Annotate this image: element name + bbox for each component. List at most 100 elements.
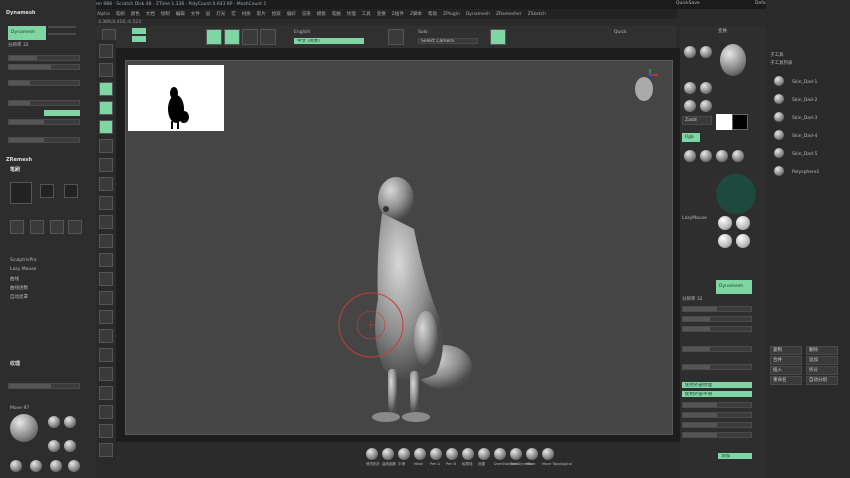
left-tool-icon[interactable] — [99, 443, 113, 457]
add-slider-r[interactable] — [682, 364, 752, 370]
sub-slider[interactable] — [8, 80, 80, 86]
standard-brush[interactable] — [68, 460, 80, 472]
rotate-icon[interactable] — [242, 29, 258, 45]
subtool-action-button[interactable]: 自动分组 — [806, 376, 838, 385]
sphere-btn-4[interactable] — [700, 82, 712, 94]
left-tool-icon[interactable] — [99, 158, 113, 172]
menu-item[interactable]: 文件 — [191, 11, 200, 17]
subtool-item[interactable]: Skin_Dad-1 — [792, 80, 817, 85]
subtool-action-button[interactable]: 删除 — [806, 346, 838, 355]
blur-slider-r[interactable] — [682, 316, 752, 322]
claybuildup-brush[interactable] — [64, 416, 76, 428]
shelf-brush-icon[interactable] — [510, 448, 522, 460]
menu-item[interactable]: Alpha — [97, 12, 110, 17]
adapt-slider[interactable] — [8, 100, 80, 106]
menu-item[interactable]: 材质 — [242, 11, 251, 17]
dynamesh-button[interactable]: Dynamesh — [8, 26, 46, 40]
subtool-thumbnail[interactable] — [774, 148, 784, 158]
left-tool-icon[interactable] — [99, 424, 113, 438]
spray-thumbnail[interactable] — [10, 220, 24, 234]
brush-setting-item[interactable]: 曲线函数 — [10, 285, 28, 291]
menu-item[interactable]: Z插件 — [392, 11, 404, 17]
subtool-item[interactable]: Skin_Dad-2 — [792, 98, 817, 103]
zadd-button[interactable]: Zadd — [682, 116, 712, 125]
sphere-btn-5[interactable] — [684, 100, 696, 112]
sphere-btn-2[interactable] — [700, 46, 712, 58]
left-tool-icon[interactable] — [99, 329, 113, 343]
menu-item[interactable]: 笔刷 — [116, 11, 125, 17]
menu-item[interactable]: 层 — [206, 11, 211, 17]
menu-item[interactable]: 帮助 — [428, 11, 437, 17]
dynamesh-green-button[interactable]: Dynamesh — [716, 280, 752, 294]
main-color[interactable] — [716, 114, 732, 130]
subtool-action-button[interactable]: 复制 — [770, 346, 802, 355]
matcap-3[interactable] — [718, 234, 732, 248]
left-tool-icon[interactable] — [99, 367, 113, 381]
matcap-4[interactable] — [736, 234, 750, 248]
subtool-action-button[interactable]: 重命名 — [770, 376, 802, 385]
menu-item[interactable]: 灯光 — [216, 11, 225, 17]
lang-select[interactable]: 中文 (简体) — [294, 38, 364, 44]
shelf-brush-icon[interactable] — [414, 448, 426, 460]
shelf-brush-icon[interactable] — [494, 448, 506, 460]
menu-item[interactable]: 偏好 — [287, 11, 296, 17]
menu-item[interactable]: 模板 — [317, 11, 326, 17]
damstandard-brush[interactable] — [48, 440, 60, 452]
left-tool-icon[interactable] — [99, 234, 113, 248]
group-button[interactable] — [48, 26, 76, 28]
adaptive-toggle[interactable] — [44, 110, 80, 116]
shelf-brush-icon[interactable] — [526, 448, 538, 460]
secondary-color[interactable] — [732, 114, 748, 130]
navigation-cube[interactable] — [630, 69, 658, 105]
smooth-brush[interactable] — [50, 460, 62, 472]
subtool-item[interactable]: Skin_Dad-3 — [792, 116, 817, 121]
camera-select[interactable]: Select Camera — [418, 38, 478, 44]
brush-setting-item[interactable]: 曲线 — [10, 276, 19, 282]
shelf-brush-icon[interactable] — [478, 448, 490, 460]
left-tool-icon[interactable] — [99, 405, 113, 419]
sphere-btn-10[interactable] — [732, 150, 744, 162]
sphere-btn-1[interactable] — [684, 46, 696, 58]
subtool-thumbnail[interactable] — [774, 112, 784, 122]
subtool-thumbnail[interactable] — [774, 130, 784, 140]
left-tool-icon[interactable] — [99, 63, 113, 77]
sphere-btn-7[interactable] — [684, 150, 696, 162]
subtool-action-button[interactable]: 插入 — [770, 366, 802, 375]
matcap-2[interactable] — [736, 216, 750, 230]
left-tool-icon[interactable] — [99, 44, 113, 58]
sphere-btn-3[interactable] — [684, 82, 696, 94]
menu-item[interactable]: 工具 — [362, 11, 371, 17]
left-tool-icon[interactable] — [99, 82, 113, 96]
menu-item[interactable]: Z脚本 — [410, 11, 422, 17]
menu-item[interactable]: 绘制 — [161, 11, 170, 17]
menu-item[interactable]: ZPlugin — [443, 12, 460, 17]
rect-thumbnail[interactable] — [30, 220, 44, 234]
brush-setting-item[interactable]: 自动遮罩 — [10, 294, 28, 300]
brush-preview[interactable] — [10, 414, 38, 442]
quick-label[interactable]: Quick — [614, 30, 627, 35]
left-tool-icon[interactable] — [99, 348, 113, 362]
subtool-action-button[interactable]: 拆分 — [806, 366, 838, 375]
sub-slider-r[interactable] — [682, 346, 752, 352]
edit-button[interactable] — [132, 28, 146, 34]
matcap-1[interactable] — [718, 216, 732, 230]
project-slider[interactable] — [8, 64, 80, 70]
green-btn-1[interactable]: 使用外部纹理 — [682, 382, 752, 388]
shelf-brush-icon[interactable] — [542, 448, 554, 460]
persp-icon[interactable] — [388, 29, 404, 45]
subtool-thumbnail[interactable] — [774, 166, 784, 176]
menu-item[interactable]: 影片 — [257, 11, 266, 17]
left-tool-icon[interactable] — [99, 177, 113, 191]
menu-item[interactable]: 变换 — [377, 11, 386, 17]
menu-item[interactable]: ZRemesher — [496, 12, 522, 17]
drag-thumbnail[interactable] — [64, 184, 78, 198]
brush-section[interactable]: 笔刷 — [10, 166, 20, 173]
frame-icon[interactable] — [260, 29, 276, 45]
left-tool-icon[interactable] — [99, 196, 113, 210]
solo-label[interactable]: Solo — [418, 30, 428, 35]
subtool-item[interactable]: Skin_Dad-5 — [792, 152, 817, 157]
left-tool-icon[interactable] — [99, 272, 113, 286]
shelf-brush-icon[interactable] — [382, 448, 394, 460]
texture-section[interactable]: 纹理 — [10, 360, 20, 367]
subtool-thumbnail[interactable] — [774, 94, 784, 104]
